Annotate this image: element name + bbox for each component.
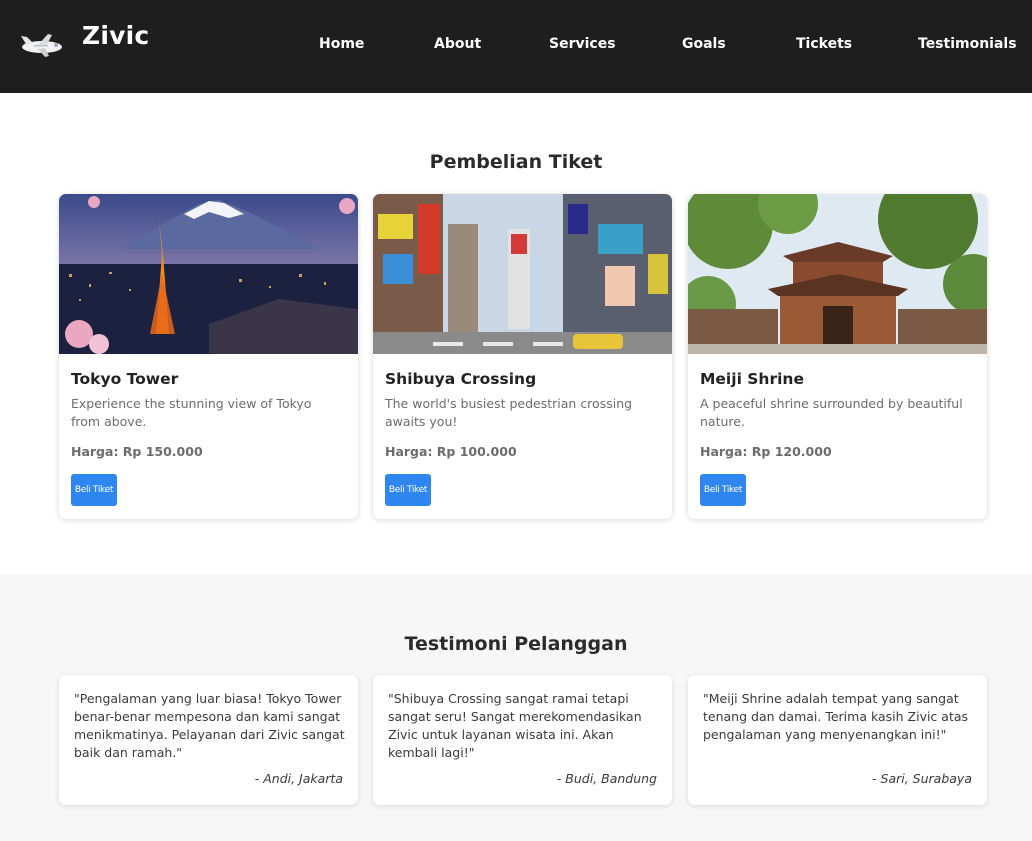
- meiji-shrine-photo: [688, 194, 987, 354]
- testimonial-author: - Budi, Bandung: [556, 771, 657, 786]
- nav-home[interactable]: Home: [319, 36, 364, 52]
- shibuya-crossing-photo: [373, 194, 672, 354]
- card-price: Harga: Rp 120.000: [700, 444, 832, 459]
- card-price: Harga: Rp 100.000: [385, 444, 517, 459]
- tickets-section-title: Pembelian Tiket: [429, 151, 603, 173]
- testimonial-card: "Shibuya Crossing sangat ramai tetapi sa…: [373, 675, 672, 805]
- card-title: Tokyo Tower: [71, 370, 179, 388]
- navbar: Zivic Home About Services Goals Tickets …: [0, 0, 1032, 93]
- ticket-card-tokyo-tower: Tokyo Tower Experience the stunning view…: [59, 194, 358, 519]
- card-price: Harga: Rp 150.000: [71, 444, 203, 459]
- testimonial-card: "Pengalaman yang luar biasa! Tokyo Tower…: [59, 675, 358, 805]
- nav-testimonials[interactable]: Testimonials: [918, 36, 1017, 52]
- buy-ticket-button[interactable]: Beli Tiket: [385, 474, 431, 506]
- card-description: A peaceful shrine surrounded by beautifu…: [700, 396, 963, 429]
- ticket-card-meiji-shrine: Meiji Shrine A peaceful shrine surrounde…: [688, 194, 987, 519]
- brand-name[interactable]: Zivic: [82, 21, 149, 50]
- testimonial-card: "Meiji Shrine adalah tempat yang sangat …: [688, 675, 987, 805]
- nav-services[interactable]: Services: [549, 36, 616, 52]
- ticket-card-shibuya-crossing: Shibuya Crossing The world's busiest ped…: [373, 194, 672, 519]
- tokyo-tower-photo: [59, 194, 358, 354]
- nav-about[interactable]: About: [434, 36, 481, 52]
- nav-goals[interactable]: Goals: [682, 36, 726, 52]
- card-title: Meiji Shrine: [700, 370, 804, 388]
- testimonials-section-title: Testimoni Pelanggan: [404, 633, 628, 655]
- card-description: The world's busiest pedestrian crossing …: [385, 396, 633, 429]
- testimonial-quote: "Pengalaman yang luar biasa! Tokyo Tower…: [74, 691, 345, 760]
- testimonial-quote: "Shibuya Crossing sangat ramai tetapi sa…: [388, 691, 642, 760]
- card-title: Shibuya Crossing: [385, 370, 537, 388]
- testimonial-quote: "Meiji Shrine adalah tempat yang sangat …: [703, 691, 969, 742]
- buy-ticket-button[interactable]: Beli Tiket: [71, 474, 117, 506]
- card-description: Experience the stunning view of Tokyo fr…: [71, 396, 312, 429]
- testimonial-author: - Sari, Surabaya: [872, 771, 972, 786]
- nav-tickets[interactable]: Tickets: [796, 36, 852, 52]
- buy-ticket-button[interactable]: Beli Tiket: [700, 474, 746, 506]
- airplane-icon[interactable]: [18, 30, 64, 60]
- testimonial-author: - Andi, Jakarta: [254, 771, 343, 786]
